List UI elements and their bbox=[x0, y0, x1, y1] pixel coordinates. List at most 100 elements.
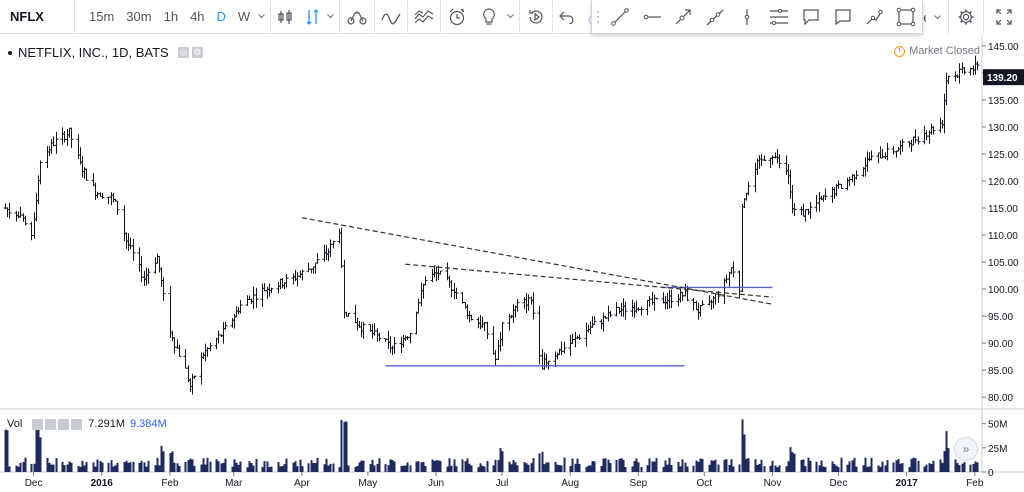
volume-bar bbox=[376, 463, 379, 472]
volume-bar bbox=[160, 445, 163, 472]
chart-pane[interactable]: 145.00140.00135.00130.00125.00120.00115.… bbox=[0, 35, 1024, 492]
chevron-down-icon[interactable] bbox=[926, 0, 948, 34]
scroll-to-realtime-button[interactable]: » bbox=[954, 437, 978, 461]
status-dot bbox=[8, 50, 12, 55]
volume-bar bbox=[789, 447, 792, 472]
compare-icon[interactable] bbox=[301, 0, 325, 34]
drag-handle[interactable] bbox=[592, 0, 604, 34]
volume-bar bbox=[747, 458, 750, 472]
settings-icon[interactable] bbox=[45, 418, 57, 430]
source-icon[interactable] bbox=[58, 418, 70, 430]
toolbar-right-group: ned bbox=[912, 0, 1024, 34]
volume-bar bbox=[862, 465, 865, 472]
volume-bar bbox=[758, 463, 761, 472]
volume-bar bbox=[68, 461, 71, 472]
volume-bar bbox=[574, 463, 577, 472]
fullscreen-icon[interactable] bbox=[984, 0, 1024, 34]
compare-symbols-icon[interactable] bbox=[340, 0, 374, 34]
bar-style-icon[interactable] bbox=[271, 0, 301, 34]
volume-bar bbox=[255, 458, 258, 472]
gear-icon[interactable] bbox=[949, 0, 983, 34]
price-tick-label: 115.00 bbox=[988, 204, 1018, 215]
chevron-down-icon[interactable] bbox=[256, 0, 266, 34]
volume-bar bbox=[631, 466, 634, 472]
volume-bar bbox=[741, 419, 744, 472]
time-tick-label: 2017 bbox=[896, 478, 919, 489]
volume-bar bbox=[479, 463, 482, 472]
settings-icon[interactable]: ⚙ bbox=[191, 47, 203, 58]
volume-bar bbox=[972, 463, 975, 472]
volume-ma-value: 9.384M bbox=[130, 418, 167, 430]
interval-30m[interactable]: 30m bbox=[120, 0, 157, 34]
indicators-icon[interactable] bbox=[375, 0, 407, 34]
volume-bar bbox=[864, 457, 867, 472]
volume-bar bbox=[345, 421, 348, 472]
volume-label[interactable]: Vol bbox=[7, 418, 22, 430]
volume-bar bbox=[492, 465, 495, 472]
volume-bar bbox=[545, 462, 548, 472]
horizontal-ray-icon[interactable] bbox=[636, 0, 668, 34]
callout-icon[interactable] bbox=[795, 0, 827, 34]
volume-bar bbox=[831, 461, 834, 472]
templates-icon[interactable] bbox=[408, 0, 440, 34]
close-icon[interactable] bbox=[71, 418, 83, 430]
volume-bar bbox=[200, 464, 203, 472]
volume-bar bbox=[464, 461, 467, 472]
trend-line-icon[interactable] bbox=[604, 0, 636, 34]
chevron-down-icon[interactable] bbox=[505, 0, 515, 34]
ideas-icon[interactable] bbox=[473, 0, 505, 34]
volume-bar bbox=[760, 459, 763, 472]
interval-4h[interactable]: 4h bbox=[184, 0, 210, 34]
replay-icon[interactable] bbox=[520, 0, 552, 34]
volume-bar bbox=[541, 451, 544, 472]
balloon-icon[interactable] bbox=[827, 0, 859, 34]
path-icon[interactable] bbox=[858, 0, 890, 34]
volume-bar bbox=[299, 459, 302, 472]
volume-bar bbox=[670, 465, 673, 472]
volume-bar bbox=[530, 463, 533, 472]
volume-bar bbox=[206, 457, 209, 472]
last-price-label: 139.20 bbox=[987, 73, 1018, 84]
chevron-down-icon[interactable] bbox=[325, 0, 335, 34]
volume-bar bbox=[83, 465, 86, 472]
volume-bar bbox=[156, 457, 159, 472]
volume-bar bbox=[391, 459, 394, 472]
alert-icon[interactable] bbox=[441, 0, 473, 34]
volume-bar bbox=[63, 465, 66, 472]
volume-bar bbox=[609, 463, 612, 472]
parallel-channel-icon[interactable] bbox=[763, 0, 795, 34]
interval-15m[interactable]: 15m bbox=[83, 0, 120, 34]
volume-bar bbox=[800, 459, 803, 472]
volume-bar bbox=[941, 462, 944, 472]
vertical-line-icon[interactable] bbox=[731, 0, 763, 34]
interval-w[interactable]: W bbox=[232, 0, 256, 34]
price-tick-label: 100.00 bbox=[988, 285, 1019, 296]
visibility-icon[interactable] bbox=[32, 418, 44, 430]
trend-line-drawing[interactable] bbox=[405, 263, 773, 298]
volume-bar bbox=[615, 459, 618, 472]
series-title[interactable]: NETFLIX, INC., 1D, BATS bbox=[18, 45, 169, 60]
volume-bar bbox=[732, 466, 735, 472]
undo-icon[interactable] bbox=[553, 0, 581, 34]
rectangle-icon[interactable] bbox=[890, 0, 922, 34]
interval-d[interactable]: D bbox=[211, 0, 232, 34]
extended-line-icon[interactable] bbox=[699, 0, 731, 34]
symbol-search[interactable]: NFLX bbox=[0, 9, 74, 24]
volume-bar bbox=[66, 464, 69, 472]
volume-bar bbox=[450, 465, 453, 472]
volume-bar bbox=[679, 466, 682, 472]
volume-bar bbox=[266, 461, 269, 472]
arrow-line-icon[interactable] bbox=[668, 0, 700, 34]
interval-1h[interactable]: 1h bbox=[158, 0, 184, 34]
volume-bar bbox=[943, 451, 946, 472]
visibility-icon[interactable]: ◎ bbox=[177, 47, 189, 58]
volume-bar bbox=[145, 466, 148, 472]
volume-bar bbox=[554, 461, 557, 472]
volume-bar bbox=[296, 466, 299, 472]
volume-bar bbox=[923, 466, 926, 472]
volume-bar bbox=[171, 451, 174, 472]
volume-bar bbox=[774, 465, 777, 472]
volume-bar bbox=[556, 464, 559, 472]
volume-bar bbox=[8, 466, 11, 472]
volume-bar bbox=[461, 459, 464, 472]
